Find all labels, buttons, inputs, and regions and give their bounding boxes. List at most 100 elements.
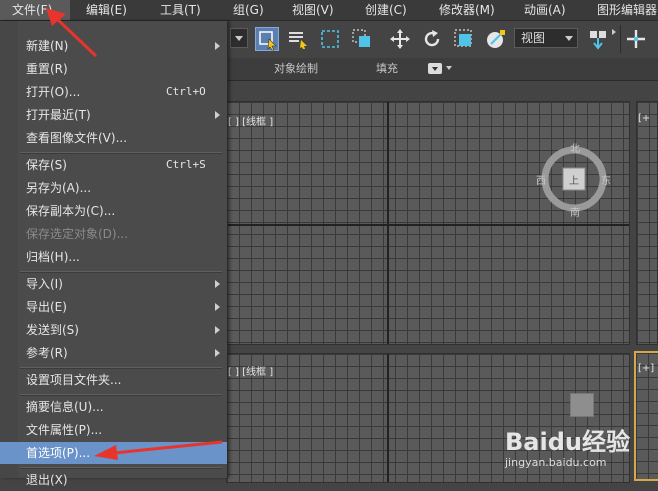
submenu-arrow-icon [215, 326, 220, 334]
file-menu-open[interactable]: 打开(O)... Ctrl+O [0, 81, 227, 103]
file-menu-import-label: 导入(I) [26, 277, 63, 291]
list-select-icon [289, 32, 307, 49]
place-icon [487, 30, 505, 48]
menu-animation[interactable]: 动画(A) [524, 0, 566, 20]
chevron-down-icon [235, 36, 243, 41]
menu-bar: 文件(F) 编辑(E) 工具(T) 组(G) 视图(V) 创建(C) 修改器(M… [0, 0, 658, 21]
selection-filter-dropdown[interactable] [230, 28, 248, 48]
viewcube-north-label: 北 [570, 144, 580, 155]
view-select-value: 视图 [521, 31, 546, 45]
cross-manipulate-icon [627, 30, 645, 48]
rectangle-select-icon [321, 30, 339, 48]
chevron-down-icon [565, 36, 573, 41]
move-arrows-icon [390, 29, 410, 49]
menu-edit[interactable]: 编辑(E) [86, 0, 127, 20]
watermark-brand: Baidu经验 [505, 428, 630, 456]
select-by-name-button[interactable] [286, 27, 310, 51]
file-menu-reset[interactable]: 重置(R) [0, 58, 227, 80]
file-menu-view-image-label: 查看图像文件(V)... [26, 131, 128, 145]
place-button[interactable] [484, 27, 508, 51]
grid-axis-vertical [387, 354, 389, 482]
file-menu-reset-label: 重置(R) [26, 62, 68, 76]
chevron-down-icon [432, 67, 438, 71]
window-crossing-button[interactable] [350, 27, 374, 51]
viewport-top[interactable]: 北 南 东 西 上 [226, 101, 630, 345]
submenu-arrow-icon [215, 349, 220, 357]
scale-button[interactable] [452, 27, 476, 51]
reference-coordinate-select[interactable]: 视图 [514, 28, 578, 48]
file-menu-file-properties-label: 文件属性(P)... [26, 423, 103, 437]
submenu-arrow-icon [215, 303, 220, 311]
baidu-watermark: Baidu经验 jingyan.baidu.com [505, 422, 655, 478]
viewcube-south-label: 南 [570, 208, 580, 219]
toolbar-divider [620, 25, 621, 53]
viewport-front-label[interactable]: [+ [638, 113, 650, 124]
chevron-down-icon [446, 66, 452, 70]
file-menu-archive[interactable]: 归档(H)... [0, 246, 227, 268]
file-menu-dropdown: 新建(N) 重置(R) 打开(O)... Ctrl+O 打开最近(T) 查看图像… [0, 21, 228, 487]
submenu-arrow-icon [215, 280, 220, 288]
select-cursor-icon [259, 31, 277, 51]
file-menu-save-copy[interactable]: 保存副本为(C)... [0, 200, 227, 222]
viewport-left-label[interactable]: [ ] [线框 ] [228, 363, 273, 378]
viewport-front[interactable] [636, 101, 658, 345]
rect-selection-button[interactable] [318, 27, 342, 51]
move-button[interactable] [388, 27, 412, 51]
file-menu-archive-label: 归档(H)... [26, 250, 80, 264]
file-menu-file-properties[interactable]: 文件属性(P)... [0, 419, 227, 441]
file-menu-open-recent-label: 打开最近(T) [26, 108, 91, 122]
rotate-button[interactable] [420, 27, 444, 51]
ribbon-options-button[interactable] [428, 63, 452, 75]
file-menu-set-project-folder-label: 设置项目文件夹... [26, 373, 122, 387]
select-object-button[interactable] [255, 27, 279, 51]
file-menu-reference-label: 参考(R) [26, 346, 68, 360]
viewport-top-label[interactable]: [ ] [线框 ] [228, 113, 273, 128]
menu-tools[interactable]: 工具(T) [160, 0, 201, 20]
select-manipulate-button[interactable] [624, 27, 648, 51]
file-menu-export-label: 导出(E) [26, 300, 67, 314]
file-menu-save-selected: 保存选定对象(D)... [0, 223, 227, 245]
viewcube-east-label: 东 [601, 176, 611, 187]
grid-axis-vertical [387, 102, 389, 344]
menu-create[interactable]: 创建(C) [365, 0, 407, 20]
file-menu-summary-info-label: 摘要信息(U)... [26, 400, 104, 414]
viewcube-face-label: 上 [569, 176, 579, 187]
file-menu-exit[interactable]: 退出(X) [0, 469, 227, 491]
viewcube-small-icon[interactable] [570, 393, 594, 417]
file-menu-open-recent[interactable]: 打开最近(T) [0, 104, 227, 126]
file-menu-exit-label: 退出(X) [26, 473, 68, 487]
file-menu-new-label: 新建(N) [26, 39, 69, 53]
file-menu-send-to[interactable]: 发送到(S) [0, 319, 227, 341]
flyout-indicator-icon [612, 29, 616, 35]
file-menu-save-selected-label: 保存选定对象(D)... [26, 227, 129, 241]
file-menu-save-label: 保存(S) [26, 158, 67, 172]
file-menu-preferences[interactable]: 首选项(P)... [0, 442, 227, 464]
viewcube-west-label: 西 [536, 176, 546, 187]
rotate-icon [424, 30, 440, 47]
menu-file[interactable]: 文件(F) [0, 0, 70, 20]
menu-graph-editors[interactable]: 图形编辑器 [597, 0, 657, 20]
file-menu-save-copy-label: 保存副本为(C)... [26, 204, 116, 218]
pivot-center-button[interactable] [586, 27, 610, 51]
file-menu-save[interactable]: 保存(S) Ctrl+S [0, 154, 227, 176]
file-menu-view-image[interactable]: 查看图像文件(V)... [0, 127, 227, 149]
file-menu-export[interactable]: 导出(E) [0, 296, 227, 318]
viewport-area: 北 南 东 西 上 [ ] [线框 ] [+ [ ] [线框 ] [+] [226, 81, 658, 483]
file-menu-reference[interactable]: 参考(R) [0, 342, 227, 364]
file-menu-summary-info[interactable]: 摘要信息(U)... [0, 396, 227, 418]
grid-axis-horizontal [227, 224, 629, 226]
viewport-perspective-label[interactable]: [+] [638, 363, 654, 374]
file-menu-open-label: 打开(O)... [26, 85, 81, 99]
file-menu-new[interactable]: 新建(N) [0, 35, 227, 57]
ribbon-tab-object-paint[interactable]: 对象绘制 [274, 58, 318, 80]
menu-group[interactable]: 组(G) [233, 0, 264, 20]
watermark-url: jingyan.baidu.com [505, 456, 607, 469]
viewcube[interactable]: 北 南 东 西 上 [536, 144, 611, 219]
file-menu-import[interactable]: 导入(I) [0, 273, 227, 295]
file-menu-save-as[interactable]: 另存为(A)... [0, 177, 227, 199]
ribbon-tab-fill[interactable]: 填充 [376, 58, 398, 80]
menu-modifiers[interactable]: 修改器(M) [439, 0, 495, 20]
file-menu-save-as-label: 另存为(A)... [26, 181, 92, 195]
menu-view[interactable]: 视图(V) [292, 0, 334, 20]
file-menu-set-project-folder[interactable]: 设置项目文件夹... [0, 369, 227, 391]
